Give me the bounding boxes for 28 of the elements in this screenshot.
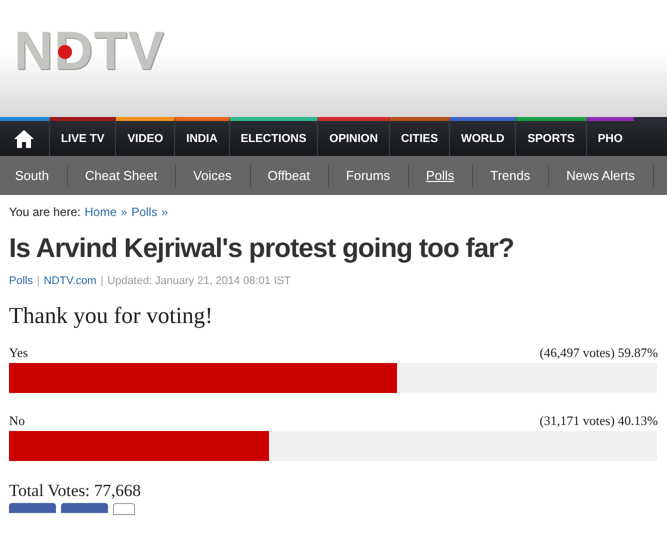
logo-dot [58, 45, 72, 59]
social-button[interactable] [113, 503, 135, 515]
sub-nav-link[interactable]: Voices [176, 164, 251, 186]
section-link[interactable]: Polls [9, 275, 33, 287]
option-label: Yes [9, 345, 28, 361]
sub-nav-link[interactable]: Trends [473, 164, 550, 186]
source-link[interactable]: NDTV.com [44, 275, 96, 287]
thank-you-message: Thank you for voting! [9, 303, 214, 329]
meta-separator: | [36, 275, 40, 287]
total-votes: Total Votes: 77,668 [9, 481, 142, 501]
breadcrumb-link[interactable]: Home [84, 205, 117, 219]
meta-separator: | [100, 275, 104, 287]
breadcrumb-separator: » [161, 205, 168, 219]
breadcrumb-separator: » [120, 205, 128, 219]
vote-result: (46,497 votes) 59.87% [540, 345, 658, 361]
breadcrumb-link[interactable]: Polls [131, 205, 158, 219]
poll-title: Is Arvind Kejriwal's protest going too far? [9, 232, 515, 265]
home-icon [13, 128, 35, 148]
sub-nav-link[interactable]: Forums [328, 164, 410, 186]
sub-nav-link[interactable]: Polls [409, 164, 474, 186]
option-label: No [9, 413, 25, 429]
sub-nav-link[interactable]: News Alerts [549, 164, 654, 186]
sub-nav-link[interactable]: South [0, 164, 68, 186]
sub-nav-link[interactable]: Cheat Sheet [68, 164, 176, 186]
updated-date: Updated: January 21, 2014 08:01 IST [107, 275, 291, 287]
sub-nav-link[interactable]: Offbeat [250, 164, 329, 186]
breadcrumb-label: You are here: [9, 205, 81, 219]
vote-result: (31,171 votes) 40.13% [540, 413, 658, 429]
